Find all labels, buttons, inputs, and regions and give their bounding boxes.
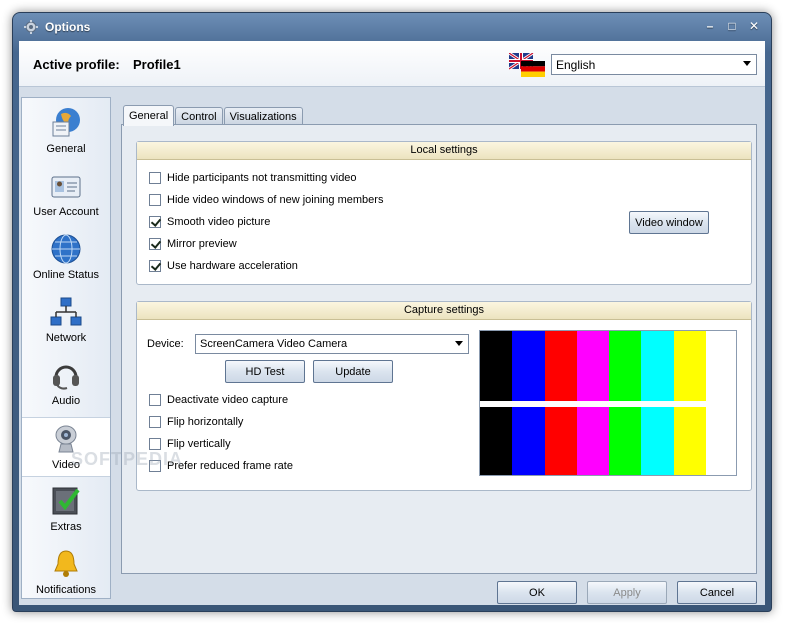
checkbox-box[interactable] xyxy=(149,394,161,406)
hd-test-button[interactable]: HD Test xyxy=(225,360,305,383)
sidebar-item-network[interactable]: Network xyxy=(22,291,110,351)
sidebar-item-label: User Account xyxy=(33,206,99,218)
checkbox-deactivate-capture[interactable]: Deactivate video capture xyxy=(149,392,288,408)
color-bar xyxy=(673,407,706,475)
color-bars-top xyxy=(480,331,736,401)
checkbox-box[interactable] xyxy=(149,172,161,184)
color-bar xyxy=(480,407,513,475)
checkbox-label: Flip horizontally xyxy=(167,416,244,428)
tab-strip: General Control Visualizations xyxy=(123,105,304,126)
sidebar-item-audio[interactable]: Audio xyxy=(22,354,110,414)
category-sidebar: General User Account Online Status Netwo… xyxy=(21,97,111,599)
checkbox-hide-participants[interactable]: Hide participants not transmitting video xyxy=(149,170,357,186)
checkbox-label: Deactivate video capture xyxy=(167,394,289,406)
local-settings-group: Local settings Hide participants not tra… xyxy=(136,141,752,285)
color-bar xyxy=(705,331,736,401)
checkbox-box[interactable] xyxy=(149,238,161,250)
checklist-icon xyxy=(52,487,80,515)
device-select[interactable]: ScreenCamera Video Camera xyxy=(195,334,469,354)
color-bar xyxy=(576,331,609,401)
color-bar xyxy=(609,331,642,401)
capture-settings-group: Capture settings Device: ScreenCamera Vi… xyxy=(136,301,752,491)
chevron-down-icon xyxy=(455,341,463,346)
checkbox-flip-horizontally[interactable]: Flip horizontally xyxy=(149,414,243,430)
dialog-buttons: OK Apply Cancel xyxy=(19,581,765,605)
device-value: ScreenCamera Video Camera xyxy=(200,338,348,350)
color-bar xyxy=(512,331,545,401)
profile-bar: Active profile: Profile1 English xyxy=(19,41,765,87)
window-title: Options xyxy=(45,20,91,34)
color-bar xyxy=(705,407,736,475)
language-select[interactable]: English xyxy=(551,54,757,75)
color-bar xyxy=(512,407,545,475)
local-settings-header: Local settings xyxy=(137,142,751,160)
color-bar xyxy=(641,407,674,475)
sidebar-item-label: Online Status xyxy=(32,269,100,281)
sidebar-item-label: General xyxy=(46,143,86,155)
sidebar-item-extras[interactable]: Extras xyxy=(22,480,110,540)
capture-settings-header: Capture settings xyxy=(137,302,751,320)
tab-panel: Local settings Hide participants not tra… xyxy=(121,124,757,574)
cancel-button[interactable]: Cancel xyxy=(677,581,757,604)
checkbox-label: Smooth video picture xyxy=(167,216,271,228)
watermark: SOFTPEDIA xyxy=(71,449,184,469)
checkbox-smooth-video[interactable]: Smooth video picture xyxy=(149,214,270,230)
sidebar-item-general[interactable]: General xyxy=(22,102,110,162)
color-bar xyxy=(609,407,642,475)
checkbox-label: Mirror preview xyxy=(167,238,237,250)
gear-icon xyxy=(24,20,38,34)
sidebar-item-label: Audio xyxy=(51,395,81,407)
checkbox-box[interactable] xyxy=(149,260,161,272)
checkbox-box[interactable] xyxy=(149,194,161,206)
language-value: English xyxy=(556,57,596,72)
checkbox-label: Use hardware acceleration xyxy=(167,260,298,272)
sidebar-item-user-account[interactable]: User Account xyxy=(22,165,110,225)
checkbox-hardware-acceleration[interactable]: Use hardware acceleration xyxy=(149,258,298,274)
sidebar-item-online-status[interactable]: Online Status xyxy=(22,228,110,288)
color-bar xyxy=(673,331,706,401)
video-preview xyxy=(479,330,737,476)
profile-name: Profile1 xyxy=(133,57,181,72)
client-area: Active profile: Profile1 English General… xyxy=(19,41,765,605)
tab-general[interactable]: General xyxy=(123,105,175,126)
close-button[interactable]: ✕ xyxy=(747,19,761,33)
checkbox-hide-new-members[interactable]: Hide video windows of new joining member… xyxy=(149,192,383,208)
profile-label: Active profile: xyxy=(33,57,120,72)
chevron-down-icon xyxy=(743,61,751,66)
bell-icon xyxy=(54,550,78,577)
checkbox-mirror-preview[interactable]: Mirror preview xyxy=(149,236,237,252)
network-icon xyxy=(50,297,82,326)
globe-document-icon xyxy=(52,108,80,137)
color-bar xyxy=(641,331,674,401)
ok-button[interactable]: OK xyxy=(497,581,577,604)
checkbox-box[interactable] xyxy=(149,216,161,228)
checkbox-label: Hide video windows of new joining member… xyxy=(167,194,384,206)
checkbox-label: Prefer reduced frame rate xyxy=(167,460,293,472)
color-bar xyxy=(544,331,577,401)
color-bar xyxy=(576,407,609,475)
checkbox-box[interactable] xyxy=(149,416,161,428)
minimize-button[interactable]: – xyxy=(703,19,717,33)
color-bars-bottom xyxy=(480,407,736,475)
video-window-button[interactable]: Video window xyxy=(629,211,709,234)
flag-icon xyxy=(509,53,545,77)
globe-icon xyxy=(51,234,81,264)
title-bar[interactable]: Options – □ ✕ xyxy=(13,13,771,41)
checkbox-label: Hide participants not transmitting video xyxy=(167,172,357,184)
options-window: Options – □ ✕ Active profile: Profile1 E… xyxy=(12,12,772,612)
color-bar xyxy=(480,331,513,401)
sidebar-item-label: Network xyxy=(45,332,87,344)
apply-button[interactable]: Apply xyxy=(587,581,667,604)
maximize-button[interactable]: □ xyxy=(725,19,739,33)
id-card-icon xyxy=(51,176,81,198)
device-label: Device: xyxy=(147,338,184,350)
color-bar xyxy=(544,407,577,475)
sidebar-item-label: Extras xyxy=(50,521,82,533)
headset-icon xyxy=(53,365,79,390)
update-button[interactable]: Update xyxy=(313,360,393,383)
